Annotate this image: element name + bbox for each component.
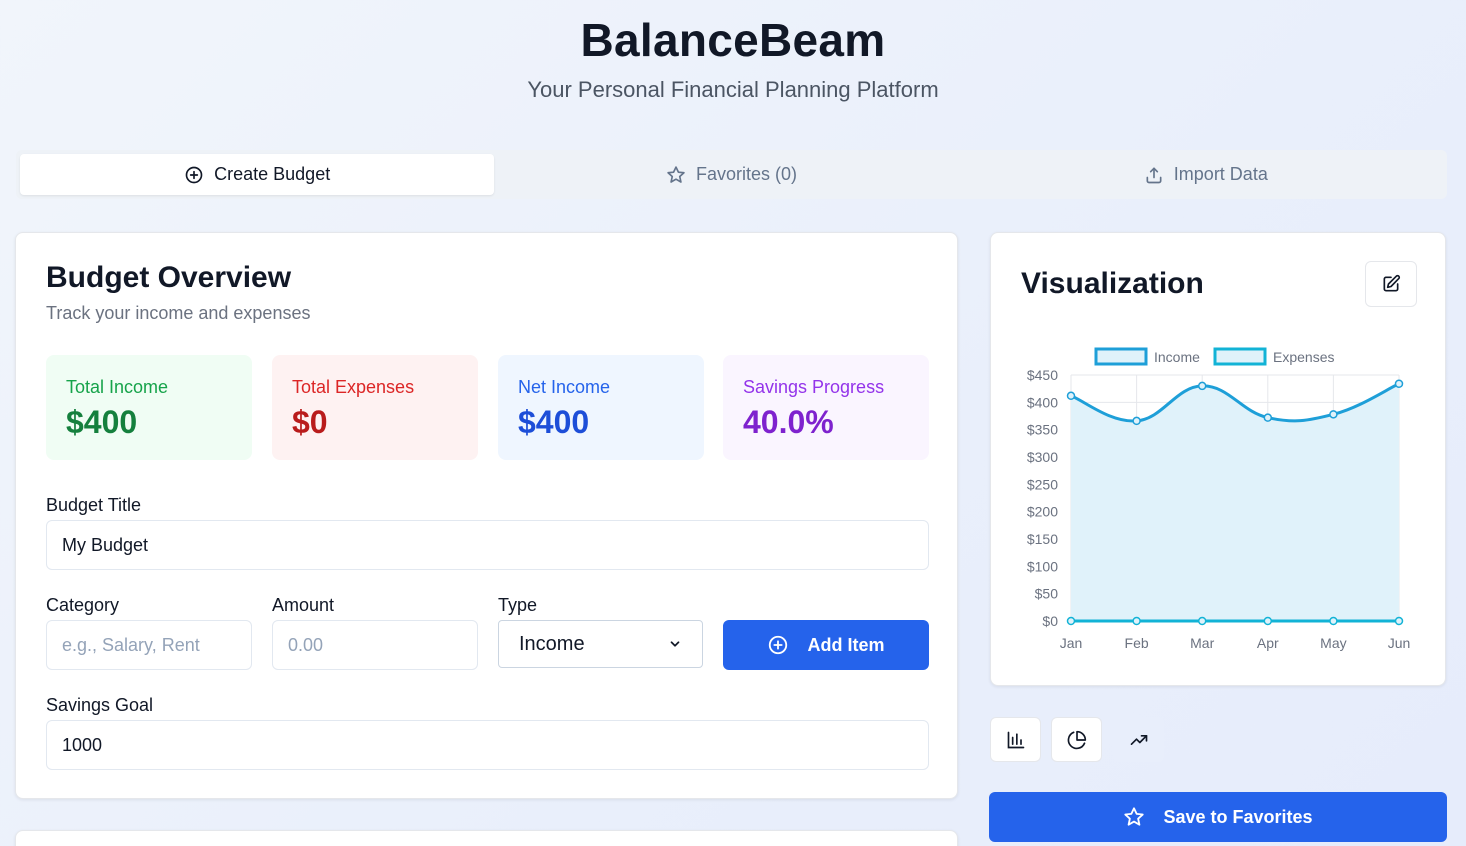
items-card	[15, 830, 958, 846]
visualization-card: Visualization $0 $50 $100 $150 $200 $250 $300 $…	[990, 232, 1446, 686]
stat-value: $0	[292, 404, 328, 440]
section-title: Budget Overview	[46, 261, 292, 294]
data-point	[1329, 616, 1338, 626]
line-chart: $0 $50 $100 $150 $200 $250 $300 $350 $400 $450 Jan…	[1027, 347, 1411, 651]
category-label: Category	[46, 595, 120, 615]
star-icon	[1124, 807, 1145, 826]
y-tick-label: $250	[1027, 476, 1058, 492]
stat-label: Total Expenses	[292, 377, 415, 397]
data-point	[1263, 616, 1273, 626]
data-point	[1394, 379, 1404, 388]
data-point	[1066, 616, 1076, 626]
legend-label: Income	[1154, 349, 1200, 365]
data-point	[1197, 616, 1207, 626]
type-label: Type	[498, 595, 538, 615]
y-tick-label: $150	[1027, 531, 1058, 547]
stat-total-income: Total Income $400	[46, 355, 252, 460]
tab-label: Import Data	[1173, 164, 1268, 184]
savings-goal-input[interactable]	[46, 720, 929, 770]
stat-label: Savings Progress	[743, 377, 885, 397]
save-to-favorites-button[interactable]: Save to Favorites	[989, 792, 1447, 842]
category-input[interactable]	[46, 620, 252, 670]
save-to-favorites-label: Save to Favorites	[1163, 806, 1313, 827]
plus-circle-icon	[185, 166, 203, 183]
amount-input[interactable]	[272, 620, 478, 670]
stat-label: Net Income	[518, 377, 611, 397]
x-tick-label: Jan	[1060, 635, 1083, 651]
y-tick-label: $0	[1042, 613, 1058, 629]
bar-chart-button[interactable]	[990, 717, 1041, 762]
legend-label: Expenses	[1273, 349, 1334, 365]
y-tick-label: $300	[1027, 449, 1058, 465]
data-point	[1132, 616, 1141, 626]
tab-import-data[interactable]: Import Data	[969, 154, 1443, 195]
section-subtitle: Track your income and expenses	[46, 303, 311, 323]
type-select[interactable]: Income	[498, 620, 703, 668]
x-tick-label: May	[1320, 635, 1346, 651]
stat-value: $400	[66, 404, 138, 440]
tab-create-budget[interactable]: Create Budget	[20, 154, 495, 195]
trending-up-icon	[1130, 734, 1147, 745]
tab-label: Create Budget	[214, 164, 331, 184]
y-tick-label: $400	[1027, 394, 1058, 410]
budget-overview-card: Budget Overview Track your income and ex…	[15, 232, 958, 799]
pie-chart-icon	[1067, 730, 1086, 749]
add-item-label: Add Item	[807, 634, 885, 655]
legend-swatch	[1094, 347, 1148, 366]
type-select-value: Income	[519, 632, 585, 655]
stat-total-expenses: Total Expenses $0	[272, 355, 478, 460]
tab-bar: Create Budget Favorites (0) Import Data	[16, 150, 1447, 199]
pie-chart-button[interactable]	[1051, 717, 1102, 762]
y-tick-label: $450	[1027, 367, 1058, 383]
savings-goal-label: Savings Goal	[46, 695, 154, 715]
edit-icon	[1383, 274, 1401, 292]
data-point	[1329, 410, 1338, 419]
x-tick-label: Feb	[1125, 635, 1149, 651]
budget-title-input[interactable]	[46, 520, 929, 570]
app-subtitle: Your Personal Financial Planning Platfor…	[527, 77, 939, 102]
app-title: BalanceBeam	[580, 14, 886, 66]
y-tick-label: $100	[1027, 558, 1058, 574]
add-item-button[interactable]: Add Item	[723, 620, 929, 670]
x-tick-label: Apr	[1257, 635, 1279, 651]
data-point	[1394, 616, 1404, 626]
star-icon	[667, 165, 685, 183]
stat-net-income: Net Income $400	[498, 355, 704, 460]
plus-circle-icon	[769, 635, 788, 655]
line-chart-button[interactable]	[1113, 717, 1164, 762]
stat-value: $400	[518, 404, 590, 440]
legend-swatch	[1213, 347, 1267, 366]
bar-chart-icon	[1007, 731, 1024, 748]
y-tick-label: $350	[1027, 422, 1058, 438]
app-header: BalanceBeam Your Personal Financial Plan…	[0, 14, 1466, 104]
visualization-title: Visualization	[1021, 267, 1204, 300]
data-point	[1263, 413, 1273, 422]
tab-label: Favorites (0)	[695, 164, 797, 184]
amount-label: Amount	[272, 595, 335, 615]
y-tick-label: $50	[1035, 586, 1059, 602]
tab-favorites[interactable]: Favorites (0)	[494, 154, 968, 195]
x-tick-label: Mar	[1190, 635, 1214, 651]
data-point	[1066, 391, 1076, 401]
upload-icon	[1146, 167, 1162, 183]
budget-title-label: Budget Title	[46, 495, 142, 515]
stat-value: 40.0%	[743, 404, 834, 440]
data-point	[1197, 381, 1207, 391]
stat-savings-progress: Savings Progress 40.0%	[723, 355, 929, 460]
y-tick-label: $200	[1027, 504, 1058, 520]
stat-label: Total Income	[66, 377, 169, 397]
x-tick-label: Jun	[1388, 635, 1411, 651]
data-point	[1132, 416, 1141, 426]
edit-chart-button[interactable]	[1365, 261, 1417, 307]
chevron-down-icon	[670, 641, 680, 647]
